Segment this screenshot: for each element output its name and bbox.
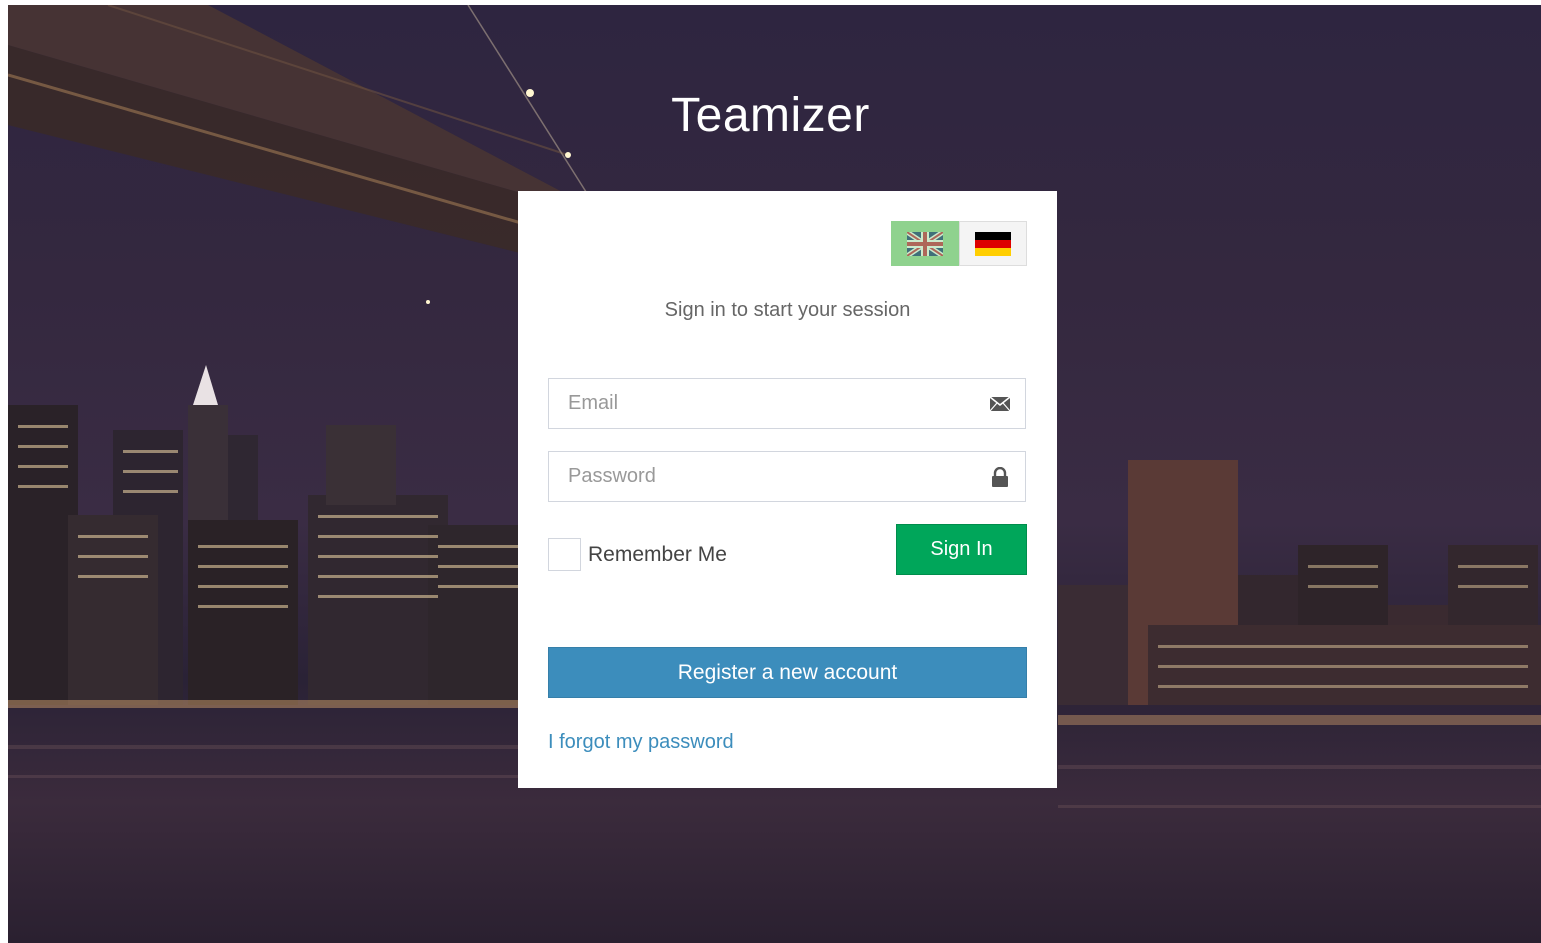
remember-me-label: Remember Me: [588, 542, 727, 566]
sign-in-button[interactable]: Sign In: [896, 524, 1027, 575]
forgot-password-link[interactable]: I forgot my password: [548, 731, 734, 754]
lock-icon: [992, 467, 1008, 487]
register-button[interactable]: Register a new account: [548, 647, 1027, 698]
uk-flag-icon: [907, 231, 943, 256]
remember-me: Remember Me: [548, 538, 727, 571]
login-box: Sign in to start your session Remember M…: [518, 191, 1057, 788]
language-switcher: [891, 221, 1027, 266]
login-box-message: Sign in to start your session: [664, 299, 911, 321]
remember-me-checkbox[interactable]: [548, 538, 581, 571]
password-field-wrapper: [548, 451, 1026, 502]
password-field[interactable]: [549, 452, 1025, 501]
email-field[interactable]: [549, 379, 1025, 428]
envelope-icon: [989, 396, 1011, 412]
german-flag-icon: [975, 231, 1011, 256]
email-field-wrapper: [548, 378, 1026, 429]
language-button-en[interactable]: [891, 221, 959, 266]
language-button-de[interactable]: [959, 221, 1027, 266]
app-title: Teamizer: [671, 89, 870, 142]
